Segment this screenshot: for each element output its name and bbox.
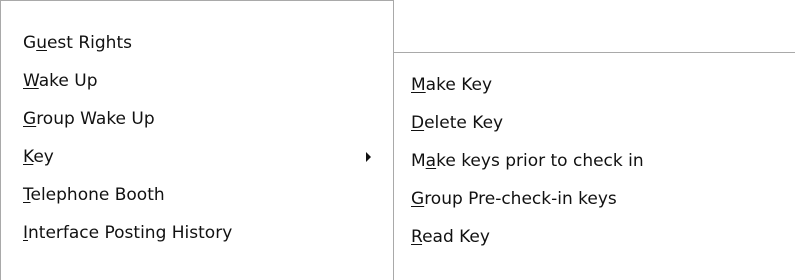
accelerator-key: G	[23, 109, 37, 129]
menu-item-label: Guest Rights	[23, 33, 132, 53]
menu-item-label: Key	[23, 147, 54, 167]
submenu-item-make-key[interactable]: Make Key	[394, 66, 795, 104]
menu-item-label: Interface Posting History	[23, 223, 233, 243]
accelerator-key: T	[23, 185, 31, 205]
menu-item-label: Make keys prior to check in	[411, 151, 644, 171]
accelerator-key: D	[411, 113, 425, 133]
accelerator-key: R	[411, 227, 423, 247]
menu-item-key[interactable]: Key	[1, 138, 393, 176]
accelerator-key: G	[411, 189, 425, 209]
menu-item-label: Group Pre-check-in keys	[411, 189, 617, 209]
accelerator-key: u	[36, 33, 47, 53]
context-menu: Guest Rights Wake Up Group Wake Up Key T…	[0, 0, 394, 280]
submenu-item-delete-key[interactable]: Delete Key	[394, 104, 795, 142]
accelerator-key: M	[411, 75, 426, 95]
submenu-item-read-key[interactable]: Read Key	[394, 218, 795, 256]
key-submenu: Make Key Delete Key Make keys prior to c…	[393, 52, 795, 280]
chevron-right-icon	[366, 152, 371, 162]
menu-item-wake-up[interactable]: Wake Up	[1, 62, 393, 100]
menu-item-telephone-booth[interactable]: Telephone Booth	[1, 176, 393, 214]
menu-item-label: Wake Up	[23, 71, 98, 91]
submenu-item-make-keys-prior-to-check-in[interactable]: Make keys prior to check in	[394, 142, 795, 180]
menu-item-guest-rights[interactable]: Guest Rights	[1, 24, 393, 62]
menu-item-label: Telephone Booth	[23, 185, 165, 205]
menu-item-interface-posting-history[interactable]: Interface Posting History	[1, 214, 393, 252]
accelerator-key: a	[425, 151, 437, 171]
menu-item-label: Make Key	[411, 75, 493, 95]
accelerator-key: W	[23, 71, 39, 91]
menu-item-label: Group Wake Up	[23, 109, 155, 129]
menu-item-label: Delete Key	[411, 113, 504, 133]
accelerator-key: K	[23, 147, 34, 167]
menu-item-group-wake-up[interactable]: Group Wake Up	[1, 100, 393, 138]
submenu-item-group-pre-check-in-keys[interactable]: Group Pre-check-in keys	[394, 180, 795, 218]
menu-item-label: Read Key	[411, 227, 490, 247]
